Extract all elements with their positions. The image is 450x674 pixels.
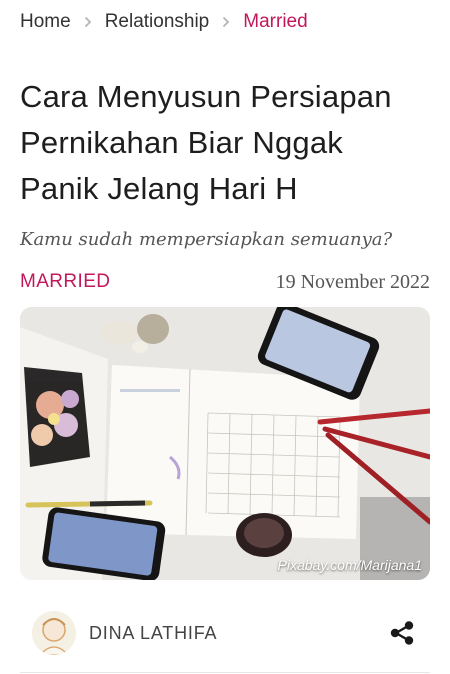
divider [20, 672, 430, 673]
article-title-line: Pernikahan Biar Nggak [20, 125, 343, 160]
avatar-illustration [32, 611, 76, 655]
author-name[interactable]: DINA LATHIFA [89, 623, 217, 644]
breadcrumb-relationship-link[interactable]: Relationship [105, 11, 210, 33]
article-meta: MARRIED 19 November 2022 [20, 268, 430, 296]
article-title-line: Panik Jelang Hari H [20, 171, 298, 206]
chevron-right-icon [84, 16, 92, 28]
category-link[interactable]: MARRIED [20, 271, 110, 293]
author-row: DINA LATHIFA [20, 606, 430, 660]
breadcrumb: Home Relationship Married [20, 9, 308, 35]
share-icon[interactable] [388, 619, 416, 647]
article-title-line: Cara Menyusun Persiapan [20, 79, 392, 114]
publish-date: 19 November 2022 [275, 270, 430, 293]
chevron-right-icon [222, 16, 230, 28]
breadcrumb-married-link[interactable]: Married [243, 11, 307, 33]
breadcrumb-home-link[interactable]: Home [20, 11, 71, 33]
article-title: Cara Menyusun Persiapan Pernikahan Biar … [20, 74, 430, 212]
image-credit: Pixabay.com/Marijana1 [277, 557, 422, 573]
article-subtitle: Kamu sudah mempersiapkan semuanya? [20, 229, 393, 250]
article-hero-image: Pixabay.com/Marijana1 [20, 307, 430, 580]
author-avatar[interactable] [32, 611, 76, 655]
planner-illustration [20, 307, 430, 580]
